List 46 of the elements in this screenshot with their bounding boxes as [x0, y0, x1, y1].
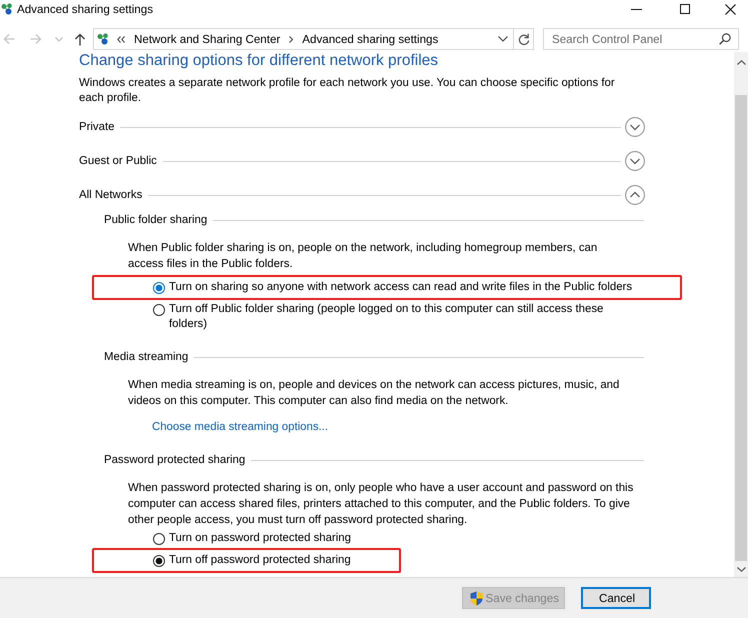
up-arrow-icon[interactable] — [74, 32, 86, 46]
address-bar[interactable]: Network and Sharing Center Advanced sharing settings — [93, 28, 514, 50]
window-title: Advanced sharing settings — [17, 2, 153, 16]
profile-header[interactable]: Private — [79, 121, 114, 133]
radio-button-icon[interactable] — [153, 282, 165, 294]
refresh-icon — [518, 32, 530, 46]
scrollbar-thumb[interactable] — [735, 95, 747, 561]
search-field[interactable]: Search Control Panel — [543, 28, 739, 50]
page-heading: Change sharing options for different network profiles — [79, 52, 440, 69]
network-icon — [1, 3, 13, 15]
maximize-icon[interactable] — [680, 4, 690, 14]
section-header: Password protected sharing — [104, 454, 246, 466]
network-icon — [97, 33, 109, 45]
close-icon[interactable] — [725, 4, 736, 14]
radio-option[interactable]: Turn on sharing so anyone with network access can read and write files in the Public folders — [153, 280, 632, 295]
radio-button-icon[interactable] — [153, 554, 165, 566]
scroll-down-icon[interactable] — [736, 567, 746, 572]
expand-chevron-icon[interactable] — [625, 117, 645, 137]
refresh-button[interactable] — [514, 28, 534, 50]
radio-button-icon[interactable] — [153, 304, 165, 316]
media-options-link[interactable]: Choose media streaming options... — [152, 421, 328, 433]
section-description: When media streaming is on, people and devices on the network can access pictures, music, and videos on this computer. This computer can also find media on the network. — [127, 378, 620, 409]
section-description: When password protected sharing is on, only people who have a user account and password on this computer can access shared files, printers attached to this computer, and the Public folders. To give other people access, you must turn off password protected sharing. — [127, 481, 634, 528]
shield-icon — [470, 590, 483, 606]
radio-option[interactable]: Turn off password protected sharing — [153, 553, 351, 568]
radio-option[interactable]: Turn off Public folder sharing (people logged on to this computer can still access these folders) — [153, 302, 639, 332]
chevron-down-icon[interactable] — [498, 36, 508, 42]
profile-header[interactable]: All Networks — [79, 189, 142, 201]
double-chevron-icon[interactable] — [117, 36, 125, 42]
breadcrumb[interactable]: Advanced sharing settings — [302, 32, 438, 46]
scrollbar-track[interactable] — [734, 52, 748, 577]
section-header: Public folder sharing — [104, 214, 208, 226]
radio-option[interactable]: Turn on password protected sharing — [153, 531, 351, 546]
minimize-icon[interactable] — [631, 8, 642, 10]
chevron-right-icon[interactable] — [289, 36, 294, 42]
search-icon[interactable] — [719, 33, 731, 45]
intro-text: Windows creates a separate network profile for each network you use. You can choose specific options for each profile. — [79, 76, 616, 106]
section-description: When Public folder sharing is on, people on the network, including homegroup members, can access files in the Public folders. — [127, 241, 598, 272]
scroll-up-icon[interactable] — [736, 60, 746, 65]
expand-chevron-icon[interactable] — [625, 151, 645, 171]
radio-button-icon[interactable] — [153, 532, 165, 544]
cancel-button[interactable]: Cancel — [581, 587, 651, 609]
breadcrumb[interactable]: Network and Sharing Center — [134, 32, 280, 46]
section-header: Media streaming — [104, 351, 188, 363]
collapse-chevron-icon[interactable] — [625, 185, 645, 205]
profile-header[interactable]: Guest or Public — [79, 155, 157, 167]
